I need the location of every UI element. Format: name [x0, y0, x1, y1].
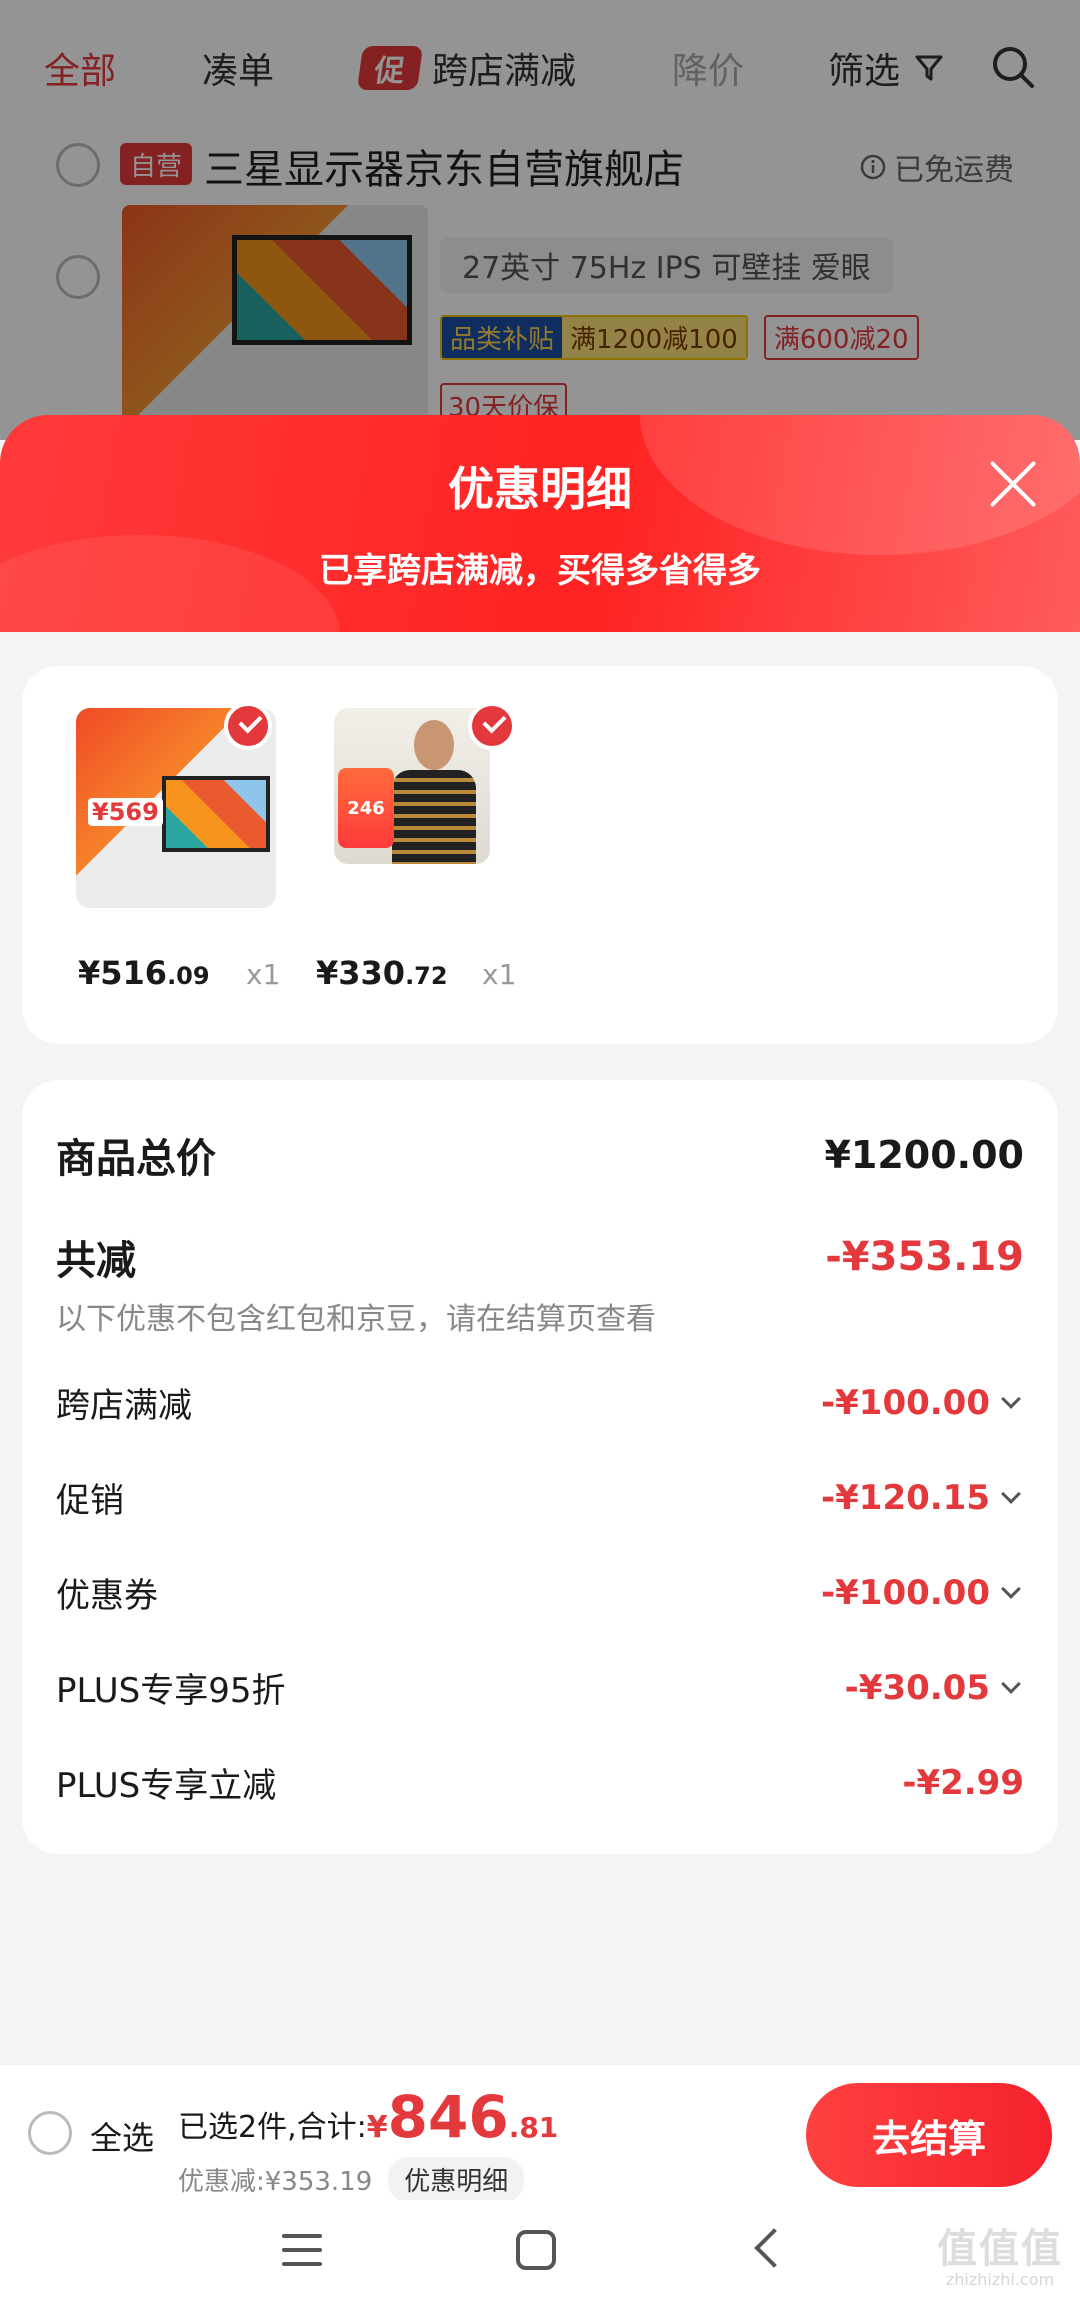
discount-label: 促销	[56, 1481, 124, 1521]
discount-row-cross-store[interactable]: 跨店满减 -¥100.00	[56, 1378, 1024, 1427]
sheet-title: 优惠明细	[448, 462, 632, 516]
cart-page-background: 全部 凑单 促 跨店满减 降价 筛选 自营 三星显示器京东自营旗舰店 已免运费 …	[0, 0, 1080, 465]
checkout-bar: 全选 已选2件,合计: ¥ 846 .81 优惠减:¥353.19 优惠明细 去…	[0, 2064, 1080, 2202]
discount-value: -¥100.00	[821, 1573, 1024, 1613]
discount-value: -¥2.99	[902, 1762, 1024, 1803]
product-quantity: x1	[246, 958, 281, 991]
close-icon[interactable]	[986, 457, 1040, 511]
chevron-down-icon	[1001, 1388, 1021, 1409]
product-quantity: x1	[482, 958, 517, 991]
overlay-dim[interactable]	[0, 0, 1080, 440]
total-price-value: ¥1200.00	[824, 1133, 1024, 1177]
checked-icon	[468, 702, 516, 750]
total-reduce-value: -¥353.19	[825, 1234, 1024, 1280]
product-item[interactable]: ¥569	[76, 702, 276, 908]
watermark-logo: 值值值	[937, 2226, 1063, 2272]
select-all-radio[interactable]	[28, 2111, 72, 2155]
discount-label: 优惠券	[56, 1576, 158, 1616]
system-nav-bar	[0, 2200, 1080, 2306]
discount-value: -¥120.15	[821, 1478, 1024, 1518]
sheet-subtitle: 已享跨店满减，买得多省得多	[319, 551, 761, 591]
discount-amount: 优惠减:¥353.19	[178, 2167, 373, 2197]
discount-label: PLUS专享95折	[56, 1671, 286, 1711]
checked-icon	[224, 702, 272, 750]
discount-summary: 优惠减:¥353.19 优惠明细	[178, 2157, 525, 2202]
home-icon[interactable]	[516, 2230, 556, 2270]
chevron-down-icon	[1001, 1673, 1021, 1694]
shirt-product-image: 246	[334, 708, 490, 864]
recent-apps-icon[interactable]	[282, 2234, 322, 2268]
discount-label: 跨店满减	[56, 1386, 192, 1426]
chevron-down-icon	[1001, 1483, 1021, 1504]
discount-detail-button[interactable]: 优惠明细	[388, 2157, 525, 2202]
total-amount: 846	[387, 2083, 509, 2151]
checkout-button[interactable]: 去结算	[806, 2083, 1052, 2187]
discount-row-plus-95[interactable]: PLUS专享95折 -¥30.05	[56, 1663, 1024, 1712]
discount-row-promotion[interactable]: 促销 -¥120.15	[56, 1473, 1024, 1522]
product-price: ¥516.09	[78, 954, 210, 992]
products-card: ¥569 246 ¥516.09 x1 ¥330.72 x1	[22, 666, 1058, 1044]
product-price: ¥330.72	[316, 954, 448, 992]
discount-row-coupon[interactable]: 优惠券 -¥100.00	[56, 1568, 1024, 1617]
discount-row-plus-instant: PLUS专享立减 -¥2.99	[56, 1758, 1024, 1807]
selected-total: 已选2件,合计: ¥ 846 .81	[178, 2083, 559, 2151]
back-icon[interactable]	[754, 2228, 794, 2268]
chevron-down-icon	[1001, 1578, 1021, 1599]
product-item[interactable]: 246	[334, 702, 516, 864]
select-all-label[interactable]: 全选	[90, 2113, 154, 2159]
total-price-label: 商品总价	[56, 1136, 216, 1182]
discount-value: -¥100.00	[821, 1383, 1024, 1423]
discount-label: PLUS专享立减	[56, 1766, 277, 1806]
reduce-note: 以下优惠不包含红包和京豆，请在结算页查看	[56, 1302, 656, 1337]
watermark-url: zhizhizhi.com	[945, 2270, 1055, 2289]
sheet-header: 优惠明细 已享跨店满减，买得多省得多	[0, 415, 1080, 635]
total-price-row: 商品总价 ¥1200.00	[56, 1126, 1024, 1184]
discount-value: -¥30.05	[845, 1668, 1024, 1708]
total-reduce-label: 共减	[56, 1238, 136, 1284]
price-summary-card: 商品总价 ¥1200.00 共减 -¥353.19 以下优惠不包含红包和京豆，请…	[22, 1080, 1058, 1854]
total-reduce-row: 共减 -¥353.19	[56, 1228, 1024, 1286]
